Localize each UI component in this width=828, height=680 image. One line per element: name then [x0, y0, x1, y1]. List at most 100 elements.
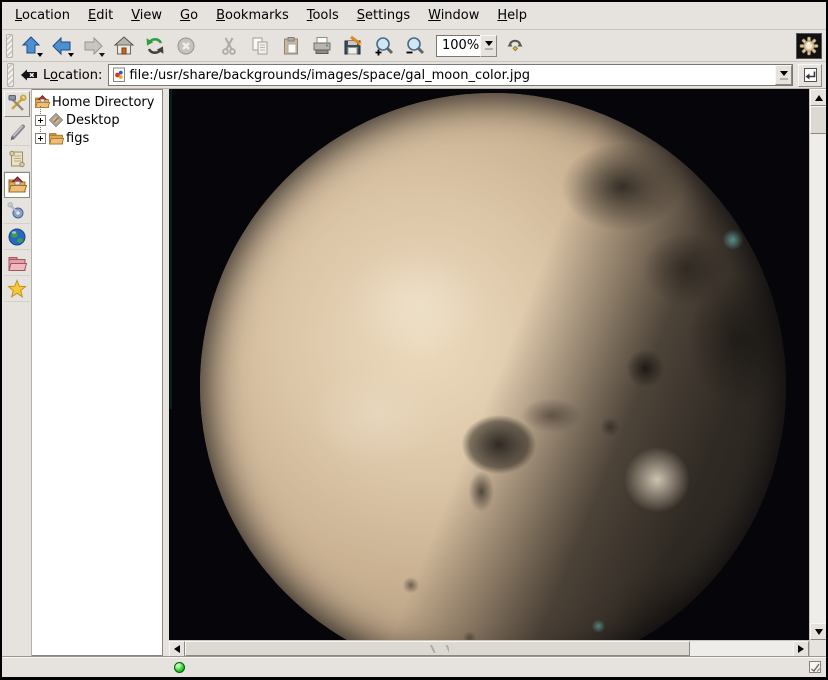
vertical-scroll-thumb[interactable]	[810, 106, 827, 134]
services-icon	[7, 201, 27, 221]
menu-bookmarks[interactable]: Bookmarks	[207, 5, 298, 26]
scroll-left-button[interactable]	[169, 641, 185, 657]
image-file-icon	[109, 67, 129, 83]
menu-settings[interactable]: Settings	[348, 5, 419, 26]
tree-item-desktop[interactable]: Desktop	[32, 111, 162, 129]
main-view-column	[169, 89, 809, 656]
sidebar-pen-button[interactable]	[4, 120, 30, 146]
sidebar-configure-button[interactable]	[4, 91, 30, 117]
menu-location[interactable]: Location	[6, 5, 79, 26]
stop-button[interactable]	[172, 32, 200, 60]
menu-tools[interactable]: Tools	[298, 5, 348, 26]
configure-tools-icon	[7, 94, 27, 114]
tree-item-label: figs	[66, 131, 89, 146]
main-toolbar: 100%	[2, 30, 826, 62]
pen-icon	[7, 123, 27, 143]
save-as-button[interactable]	[339, 32, 367, 60]
home-folder-icon	[7, 175, 27, 195]
scroll-down-button[interactable]	[810, 623, 827, 640]
vertical-scroll-track[interactable]	[810, 134, 826, 623]
tree-item-home-directory[interactable]: Home Directory	[32, 93, 162, 111]
go-button[interactable]	[798, 64, 822, 87]
home-button[interactable]	[110, 32, 138, 60]
menu-help[interactable]: Help	[488, 5, 536, 26]
forward-button[interactable]	[79, 32, 107, 60]
scroll-up-button[interactable]	[810, 89, 827, 106]
sidebar-history-button[interactable]	[4, 146, 30, 172]
chevron-down-icon	[485, 41, 493, 46]
copy-button[interactable]	[246, 32, 274, 60]
paste-button[interactable]	[277, 32, 305, 60]
sidebar-network-button[interactable]	[4, 224, 30, 250]
back-button[interactable]	[48, 32, 76, 60]
zoom-level-combo[interactable]: 100%	[436, 34, 497, 58]
reload-button[interactable]	[141, 32, 169, 60]
up-button[interactable]	[17, 32, 45, 60]
menu-edit[interactable]: Edit	[79, 5, 122, 26]
vertical-scrollbar[interactable]	[809, 89, 826, 656]
arrow-down-icon	[815, 629, 823, 635]
sidebar-bookmarks-button[interactable]	[4, 276, 30, 302]
go-icon	[802, 67, 819, 84]
arrow-right-icon	[798, 645, 804, 653]
forward-dropdown-caret[interactable]	[99, 53, 105, 57]
horizontal-scroll-thumb[interactable]	[185, 641, 690, 656]
location-toolbar: Location: file:/usr/share/backgrounds/im…	[2, 62, 826, 89]
kde-gear-icon	[799, 36, 819, 56]
kde-gear-throbber[interactable]	[796, 33, 822, 59]
content-area: Home Directory Desktop figs	[2, 89, 826, 656]
location-combo-arrow[interactable]	[775, 65, 792, 85]
desktop-icon	[48, 112, 64, 128]
menu-bar: Location Edit View Go Bookmarks Tools Se…	[2, 2, 826, 30]
back-dropdown-caret[interactable]	[68, 53, 74, 57]
history-scroll-icon	[7, 149, 27, 169]
rotate-icon	[504, 35, 526, 57]
print-icon	[311, 35, 333, 57]
cut-button[interactable]	[215, 32, 243, 60]
sidebar-strip	[2, 89, 32, 656]
sidebar-services-button[interactable]	[4, 198, 30, 224]
location-input[interactable]: file:/usr/share/backgrounds/images/space…	[129, 68, 775, 83]
location-combo[interactable]: file:/usr/share/backgrounds/images/space…	[108, 64, 793, 86]
globe-icon	[7, 227, 27, 247]
save-floppy-pencil-icon	[342, 35, 364, 57]
view-indicator-icon	[808, 660, 823, 675]
konqueror-window: Location Edit View Go Bookmarks Tools Se…	[0, 0, 828, 680]
zoom-in-button[interactable]	[370, 32, 398, 60]
zoom-combo-arrow[interactable]	[480, 35, 497, 57]
home-icon	[113, 35, 135, 57]
reload-icon	[144, 35, 166, 57]
sidebar-home-directory-button[interactable]	[4, 172, 30, 198]
rotate-button[interactable]	[501, 32, 529, 60]
moon-image	[200, 93, 786, 640]
zoom-in-icon	[373, 35, 395, 57]
toolbar-drag-handle[interactable]	[6, 34, 13, 58]
sidebar-root-folder-button[interactable]	[4, 250, 30, 276]
folder-home-icon	[34, 94, 50, 110]
chevron-down-icon	[780, 71, 788, 76]
zoom-out-icon	[404, 35, 426, 57]
view-indicator-button[interactable]	[808, 660, 823, 675]
horizontal-scroll-track[interactable]	[690, 641, 793, 656]
clear-location-button[interactable]	[18, 65, 40, 85]
up-dropdown-caret[interactable]	[37, 53, 43, 57]
expand-plus-icon[interactable]	[35, 115, 46, 126]
zoom-level-value[interactable]: 100%	[436, 35, 480, 57]
clear-location-icon	[20, 67, 38, 83]
location-bar-drag-handle[interactable]	[7, 63, 14, 87]
status-bar	[2, 656, 826, 677]
image-viewport	[169, 89, 809, 640]
print-button[interactable]	[308, 32, 336, 60]
zoom-out-button[interactable]	[401, 32, 429, 60]
image-edge-artifact	[169, 89, 172, 409]
expand-plus-icon[interactable]	[35, 133, 46, 144]
menu-go[interactable]: Go	[171, 5, 207, 26]
horizontal-scrollbar[interactable]	[169, 640, 809, 656]
menu-window[interactable]: Window	[419, 5, 488, 26]
tree-item-figs[interactable]: figs	[32, 129, 162, 147]
menu-view[interactable]: View	[122, 5, 171, 26]
cut-scissors-icon	[218, 35, 240, 57]
scroll-right-button[interactable]	[793, 641, 809, 657]
star-icon	[7, 279, 27, 299]
location-label: Location:	[43, 68, 102, 83]
